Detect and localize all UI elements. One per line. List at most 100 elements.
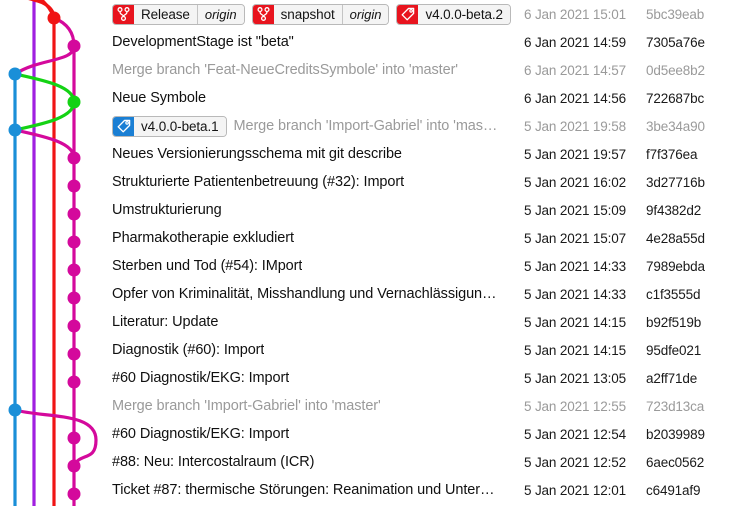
commit-message: Neues Versionierungsschema mit git descr… (112, 146, 402, 162)
git-history-view: Release origin snapshot origin v4.0.0-beta.2… (0, 0, 733, 506)
commit-row[interactable]: Opfer von Kriminalität, Misshandlung und… (0, 280, 733, 308)
branch-icon-glyph (117, 7, 130, 21)
commit-subject-cell: Pharmakotherapie exkludiert (112, 224, 520, 252)
commit-row[interactable]: Diagnostik (#60): Import 5 Jan 2021 14:15… (0, 336, 733, 364)
commit-message: Strukturierte Patientenbetreuung (#32): … (112, 174, 405, 190)
commit-message: Ticket #87: thermische Störungen: Reanim… (112, 482, 495, 498)
commit-hash: 6aec0562 (646, 454, 705, 470)
commit-row[interactable]: #60 Diagnostik/EKG: Import 5 Jan 2021 12:… (0, 420, 733, 448)
branch-icon-glyph (257, 7, 270, 21)
commit-subject-cell: Literatur: Update (112, 308, 520, 336)
branch-badge[interactable]: snapshot origin (251, 3, 390, 25)
commit-subject-cell: Neue Symbole (112, 84, 520, 112)
commit-hash: c1f3555d (646, 286, 701, 302)
commit-subject-cell: Diagnostik (#60): Import (112, 336, 520, 364)
commit-row[interactable]: Ticket #87: thermische Störungen: Reanim… (0, 476, 733, 504)
commit-message: Merge branch 'Import-Gabriel' into 'mas… (233, 118, 498, 134)
commit-date: 5 Jan 2021 16:02 (524, 174, 626, 190)
tag-icon (113, 116, 134, 136)
commit-hash: 723d13ca (646, 398, 705, 414)
commit-message: Opfer von Kriminalität, Misshandlung und… (112, 286, 497, 302)
commit-hash: 3d27716b (646, 174, 705, 190)
commit-subject-cell: #60 Diagnostik/EKG: Import (112, 420, 520, 448)
commit-message: DevelopmentStage ist "beta" (112, 34, 294, 50)
commit-row[interactable]: Literatur: Update 5 Jan 2021 14:15 b92f519… (0, 308, 733, 336)
commit-hash: 7989ebda (646, 258, 705, 274)
commit-message: #60 Diagnostik/EKG: Import (112, 426, 290, 442)
commit-row[interactable]: Merge branch 'Import-Gabriel' into 'mast… (0, 392, 733, 420)
commit-hash: 95dfe021 (646, 342, 702, 358)
tag-icon (397, 4, 419, 24)
ref-remote: origin (196, 4, 244, 24)
commit-refs: Release origin snapshot origin v4.0.0-beta.2 (112, 3, 518, 25)
commit-subject-cell: #88: Neu: Intercostalraum (ICR) (112, 448, 520, 476)
commit-date: 5 Jan 2021 12:01 (524, 482, 626, 498)
commit-message: Merge branch 'Import-Gabriel' into 'mast… (112, 398, 381, 414)
tag-icon-glyph (117, 119, 130, 133)
commit-row[interactable]: Neue Symbole 6 Jan 2021 14:56 722687bc (0, 84, 733, 112)
commit-hash: b2039989 (646, 426, 705, 442)
commit-subject-cell: #60 Diagnostik/EKG: Import (112, 364, 520, 392)
commit-message: Neue Symbole (112, 90, 206, 106)
commit-subject-cell: Merge branch 'Import-Gabriel' into 'mast… (112, 392, 520, 420)
commit-subject-cell: DevelopmentStage ist "beta" (112, 28, 520, 56)
commit-message: Diagnostik (#60): Import (112, 342, 265, 358)
commit-list: Release origin snapshot origin v4.0.0-beta.2… (0, 0, 733, 506)
commit-row[interactable]: v4.0.0-beta.1 Merge branch 'Import-Gabrie… (0, 112, 733, 140)
commit-message: #88: Neu: Intercostalraum (ICR) (112, 454, 315, 470)
commit-subject-cell: Umstrukturierung (112, 196, 520, 224)
commit-hash: 9f4382d2 (646, 202, 702, 218)
commit-message: Sterben und Tod (#54): IMport (112, 258, 303, 274)
commit-hash: f7f376ea (646, 146, 698, 162)
commit-subject-cell: Neues Versionierungsschema mit git descr… (112, 140, 520, 168)
commit-message: Umstrukturierung (112, 202, 222, 218)
commit-hash: 4e28a55d (646, 230, 705, 246)
commit-date: 5 Jan 2021 15:07 (524, 230, 626, 246)
commit-date: 6 Jan 2021 14:56 (524, 90, 626, 106)
commit-date: 5 Jan 2021 19:58 (524, 118, 626, 134)
commit-date: 5 Jan 2021 19:57 (524, 146, 626, 162)
commit-date: 5 Jan 2021 14:33 (524, 258, 626, 274)
commit-subject-cell: Sterben und Tod (#54): IMport (112, 252, 520, 280)
commit-hash: 5bc39eab (646, 6, 705, 22)
commit-row[interactable]: Release origin snapshot origin v4.0.0-beta.2… (0, 0, 733, 28)
commit-date: 5 Jan 2021 14:15 (524, 314, 626, 330)
commit-hash: 0d5ee8b2 (646, 62, 705, 78)
commit-date: 6 Jan 2021 14:59 (524, 34, 626, 50)
commit-row[interactable]: Umstrukturierung 5 Jan 2021 15:09 9f4382d2 (0, 196, 733, 224)
commit-date: 5 Jan 2021 13:05 (524, 370, 626, 386)
commit-date: 6 Jan 2021 15:01 (524, 6, 626, 22)
commit-row[interactable]: Sterben und Tod (#54): IMport 5 Jan 2021 … (0, 252, 733, 280)
ref-name: v4.0.0-beta.2 (418, 4, 510, 24)
commit-row[interactable]: DevelopmentStage ist "beta" 6 Jan 2021 14… (0, 28, 733, 56)
tag-icon-glyph (401, 7, 415, 21)
commit-row[interactable]: Pharmakotherapie exkludiert 5 Jan 2021 15… (0, 224, 733, 252)
commit-message: Pharmakotherapie exkludiert (112, 230, 294, 246)
commit-hash: a2ff71de (646, 370, 698, 386)
branch-badge[interactable]: Release origin (112, 3, 245, 25)
branch-icon (113, 4, 134, 24)
commit-date: 5 Jan 2021 12:52 (524, 454, 626, 470)
tag-badge[interactable]: v4.0.0-beta.2 (396, 3, 511, 25)
tag-badge[interactable]: v4.0.0-beta.1 (112, 115, 227, 137)
commit-message: Merge branch 'Feat-NeueCreditsSymbole' i… (112, 62, 458, 78)
commit-hash: 7305a76e (646, 34, 705, 50)
commit-hash: 722687bc (646, 90, 705, 106)
commit-hash: b92f519b (646, 314, 702, 330)
commit-subject-cell: v4.0.0-beta.1 Merge branch 'Import-Gabrie… (112, 112, 520, 140)
commit-row[interactable]: #60 Diagnostik/EKG: Import 5 Jan 2021 13:… (0, 364, 733, 392)
commit-refs: v4.0.0-beta.1 (112, 115, 234, 137)
commit-date: 6 Jan 2021 14:57 (524, 62, 626, 78)
commit-row[interactable]: Strukturierte Patientenbetreuung (#32): … (0, 168, 733, 196)
commit-date: 5 Jan 2021 14:33 (524, 286, 626, 302)
branch-icon (252, 4, 274, 24)
commit-date: 5 Jan 2021 14:15 (524, 342, 626, 358)
commit-row[interactable]: Neues Versionierungsschema mit git descr… (0, 140, 733, 168)
ref-name: snapshot (273, 4, 342, 24)
commit-row[interactable]: #88: Neu: Intercostalraum (ICR) 5 Jan 202… (0, 448, 733, 476)
commit-message: Literatur: Update (112, 314, 219, 330)
commit-subject-cell: Ticket #87: thermische Störungen: Reanim… (112, 476, 520, 504)
commit-subject-cell: Release origin snapshot origin v4.0.0-beta.2 (112, 0, 520, 28)
commit-row[interactable]: Merge branch 'Feat-NeueCreditsSymbole' i… (0, 56, 733, 84)
commit-date: 5 Jan 2021 12:54 (524, 426, 626, 442)
